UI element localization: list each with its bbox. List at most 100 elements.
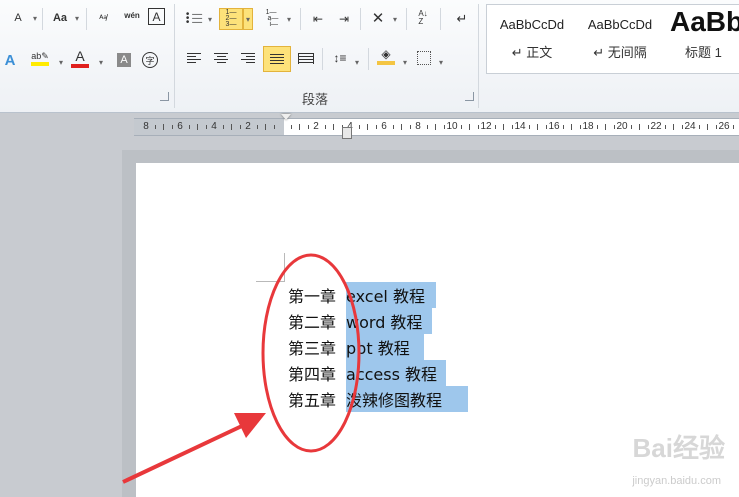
- align-center-icon: [214, 52, 228, 64]
- line-spacing-button[interactable]: ↕≡: [330, 48, 350, 68]
- horizontal-ruler[interactable]: 86422468101214161820222426: [134, 118, 739, 136]
- ruler-number: 20: [616, 121, 628, 132]
- list-item[interactable]: 第一章 excel 教程: [288, 282, 425, 308]
- sort-button[interactable]: A↓ Z: [413, 8, 433, 28]
- paragraph-dialog-launcher[interactable]: [465, 92, 474, 101]
- text-effect-button[interactable]: A: [0, 50, 20, 70]
- borders-button[interactable]: [414, 48, 434, 68]
- list-item[interactable]: 第三章 ppt 教程: [288, 334, 410, 360]
- ruler-tick: [333, 124, 334, 130]
- ruler-tick: [324, 125, 326, 129]
- highlight-dropdown[interactable]: ▾: [56, 52, 66, 72]
- ruler-tick: [545, 125, 547, 129]
- multilevel-list-icon: 1― a― i―: [265, 9, 279, 28]
- ruler-tick: [299, 124, 300, 130]
- ruler-tick: [605, 124, 606, 130]
- multilevel-dropdown[interactable]: ▾: [284, 9, 294, 29]
- clear-format-icon: ᴬᵃ̸: [99, 13, 107, 23]
- style-heading-1[interactable]: AaBb 标题 1: [666, 8, 739, 72]
- align-right-button[interactable]: [238, 48, 258, 68]
- style-normal[interactable]: AaBbCcDd ↵ 正文: [488, 8, 576, 72]
- ruler-tick: [494, 125, 496, 129]
- ruler-number: 24: [684, 121, 696, 132]
- ruler-tick: [647, 125, 649, 129]
- style-heading-1-name: 标题 1: [685, 45, 722, 60]
- ruler-tick: [579, 125, 581, 129]
- indent-marker[interactable]: [281, 114, 291, 120]
- tab-stop-marker[interactable]: [342, 127, 352, 139]
- increase-indent-button[interactable]: ⇥: [334, 9, 354, 29]
- ruler-tick: [715, 125, 717, 129]
- borders-dropdown[interactable]: ▾: [436, 52, 446, 72]
- highlight-color-button[interactable]: ab✎: [30, 48, 50, 68]
- phonetic-guide-button[interactable]: wén: [120, 6, 144, 26]
- ruler-number: 6: [381, 121, 387, 132]
- style-heading-1-sample: AaBb: [670, 8, 739, 37]
- shading-button[interactable]: ◈: [376, 46, 396, 66]
- ruler-tick: [401, 124, 402, 130]
- bullets-icon: • ― • ― • ―: [185, 9, 203, 28]
- style-no-spacing[interactable]: AaBbCcDd ↵ 无间隔: [576, 8, 664, 72]
- highlight-swatch: [31, 61, 49, 66]
- chapter-title: 泼辣修图教程: [346, 391, 443, 410]
- phonetic-guide-icon: wén: [124, 11, 140, 20]
- ruler-tick: [307, 125, 309, 129]
- ruler-number: 26: [718, 121, 730, 132]
- shading-dropdown[interactable]: ▾: [400, 52, 410, 72]
- justify-button[interactable]: [263, 46, 291, 72]
- ruler-tick: [154, 125, 156, 129]
- bullets-button[interactable]: • ― • ― • ―: [184, 9, 204, 29]
- ruler-number: 8: [143, 121, 149, 132]
- ruler-number: 10: [446, 121, 458, 132]
- chapter-label: 第四章: [288, 365, 337, 384]
- chinese-layout-dropdown[interactable]: ▾: [390, 9, 400, 29]
- font-color-dropdown[interactable]: ▾: [96, 52, 106, 72]
- chapter-title: ppt 教程: [346, 339, 410, 358]
- char-border-button[interactable]: A: [148, 8, 165, 25]
- numbering-button[interactable]: 1― 2― 3―: [219, 8, 243, 30]
- line-spacing-dropdown[interactable]: ▾: [352, 52, 362, 72]
- ruler-tick: [367, 124, 368, 130]
- char-border-icon: A: [152, 9, 161, 24]
- shrink-font-button[interactable]: A: [8, 8, 28, 28]
- ruler-tick: [698, 125, 700, 129]
- ruler-left-margin: [134, 119, 284, 135]
- chapter-title: word 教程: [346, 313, 423, 332]
- change-case-dropdown[interactable]: ▾: [72, 8, 82, 28]
- show-marks-button[interactable]: ↵: [452, 9, 472, 29]
- align-center-button[interactable]: [211, 48, 231, 68]
- multilevel-list-button[interactable]: 1― a― i―: [262, 9, 282, 29]
- style-normal-name: ↵ 正文: [511, 45, 553, 60]
- distribute-button[interactable]: [296, 48, 316, 68]
- enclose-char-icon: 字: [142, 52, 158, 68]
- list-item[interactable]: 第二章 word 教程: [288, 308, 422, 334]
- ruler-tick: [171, 125, 173, 129]
- numbering-dropdown[interactable]: ▾: [243, 8, 253, 30]
- list-item[interactable]: 第四章 access 教程: [288, 360, 437, 386]
- enclose-char-button[interactable]: 字: [140, 50, 160, 70]
- shrink-font-dropdown[interactable]: ▾: [30, 8, 40, 28]
- font-color-icon: A: [75, 48, 85, 64]
- chinese-layout-button[interactable]: ✕: [368, 8, 388, 28]
- change-case-label: Aa: [52, 12, 68, 24]
- ruler-number: 14: [514, 121, 526, 132]
- clear-format-button[interactable]: ᴬᵃ̸: [93, 8, 113, 28]
- numbering-icon: 1― 2― 3―: [225, 9, 237, 28]
- change-case-button[interactable]: Aa: [49, 8, 71, 28]
- font-dialog-launcher[interactable]: [160, 92, 169, 101]
- list-item[interactable]: 第五章 泼辣修图教程: [288, 386, 442, 412]
- paint-bucket-icon: ◈: [381, 47, 391, 61]
- ruler-tick: [222, 125, 224, 129]
- highlighter-icon: ab✎: [31, 50, 49, 61]
- decrease-indent-button[interactable]: ⇤: [308, 9, 328, 29]
- ruler-tick: [562, 125, 564, 129]
- chinese-layout-icon: ✕: [371, 10, 385, 27]
- char-shading-button[interactable]: A: [114, 50, 134, 70]
- font-color-button[interactable]: A: [70, 48, 90, 68]
- align-left-button[interactable]: [184, 48, 204, 68]
- ruler-tick: [673, 124, 674, 130]
- ruler-tick: [197, 124, 198, 130]
- ruler-tick: [205, 125, 207, 129]
- bullets-dropdown[interactable]: ▾: [205, 9, 215, 29]
- ruler-tick: [435, 124, 436, 130]
